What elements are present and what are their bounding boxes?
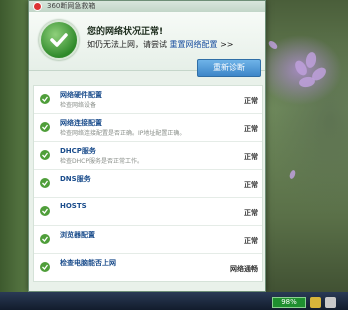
diagnosis-row: DNS服务正常 bbox=[34, 170, 262, 198]
ok-check-icon bbox=[40, 94, 50, 104]
diagnosis-item-desc: 检查网络设备 bbox=[60, 102, 97, 109]
status-sub-prefix: 如仍无法上网，请尝试 bbox=[87, 40, 167, 49]
diagnosis-item-name: 网络硬件配置 bbox=[60, 91, 102, 99]
diagnosis-list: 网络硬件配置 检查网络设备 正常 网络连接配置 检查网络连接配置是否正确。IP地址配置正… bbox=[33, 85, 263, 282]
tray-network-icon[interactable] bbox=[310, 297, 321, 308]
diagnosis-item-status: 正常 bbox=[244, 181, 258, 189]
ok-check-icon bbox=[40, 150, 50, 160]
network-repair-window: 360断网急救箱 您的网络状况正常! 如仍无法上网，请尝试 重置网络配置 >> … bbox=[28, 0, 266, 292]
diagnosis-item-desc: 检查DHCP服务是否正常工作。 bbox=[60, 158, 143, 165]
diagnosis-item-name: 网络连接配置 bbox=[60, 119, 102, 127]
status-ok-check-icon bbox=[39, 20, 79, 60]
diagnosis-row: 网络硬件配置 检查网络设备 正常 bbox=[34, 86, 262, 114]
tray-volume-icon[interactable] bbox=[325, 297, 336, 308]
diagnosis-item-desc: 检查网络连接配置是否正确。IP地址配置正确。 bbox=[60, 130, 186, 137]
ok-check-icon bbox=[40, 206, 50, 216]
diagnosis-item-name: 检查电脑能否上网 bbox=[60, 259, 116, 267]
diagnosis-item-name: DNS服务 bbox=[60, 175, 91, 183]
diagnosis-item-status: 正常 bbox=[244, 125, 258, 133]
window-title: 360断网急救箱 bbox=[47, 2, 96, 10]
ok-check-icon bbox=[40, 234, 50, 244]
diagnosis-item-name: 浏览器配置 bbox=[60, 231, 95, 239]
flower-petal bbox=[298, 75, 316, 89]
flower-petal bbox=[288, 169, 297, 180]
rediagnose-button[interactable]: 重新诊断 bbox=[197, 59, 261, 77]
diagnosis-item-name: DHCP服务 bbox=[60, 147, 96, 155]
flower-petal bbox=[304, 51, 318, 69]
diagnosis-row: 检查电脑能否上网网络通畅 bbox=[34, 254, 262, 281]
battery-indicator[interactable]: 98% bbox=[272, 297, 306, 308]
desktop-left-strip bbox=[0, 0, 28, 300]
flower-petal bbox=[267, 39, 279, 51]
diagnosis-row: 浏览器配置正常 bbox=[34, 226, 262, 254]
status-subtitle: 如仍无法上网，请尝试 重置网络配置 >> bbox=[87, 39, 234, 50]
app-logo-icon bbox=[33, 2, 42, 11]
diagnosis-row: DHCP服务检查DHCP服务是否正常工作。 正常 bbox=[34, 142, 262, 170]
diagnosis-item-status: 正常 bbox=[244, 97, 258, 105]
status-sub-suffix: >> bbox=[220, 40, 234, 49]
diagnosis-row: HOSTS 正常 bbox=[34, 198, 262, 226]
diagnosis-item-status: 正常 bbox=[244, 237, 258, 245]
diagnosis-item-status: 网络通畅 bbox=[230, 265, 258, 273]
ok-check-icon bbox=[40, 178, 50, 188]
diagnosis-item-status: 正常 bbox=[244, 153, 258, 161]
reset-network-config-link[interactable]: 重置网络配置 bbox=[170, 40, 218, 49]
diagnosis-row: 网络连接配置检查网络连接配置是否正确。IP地址配置正确。 正常 bbox=[34, 114, 262, 142]
window-titlebar[interactable]: 360断网急救箱 bbox=[29, 1, 265, 12]
ok-check-icon bbox=[40, 262, 50, 272]
ok-check-icon bbox=[40, 122, 50, 132]
status-title: 您的网络状况正常! bbox=[87, 27, 164, 37]
diagnosis-item-name: HOSTS bbox=[60, 202, 87, 210]
diagnosis-item-status: 正常 bbox=[244, 209, 258, 217]
